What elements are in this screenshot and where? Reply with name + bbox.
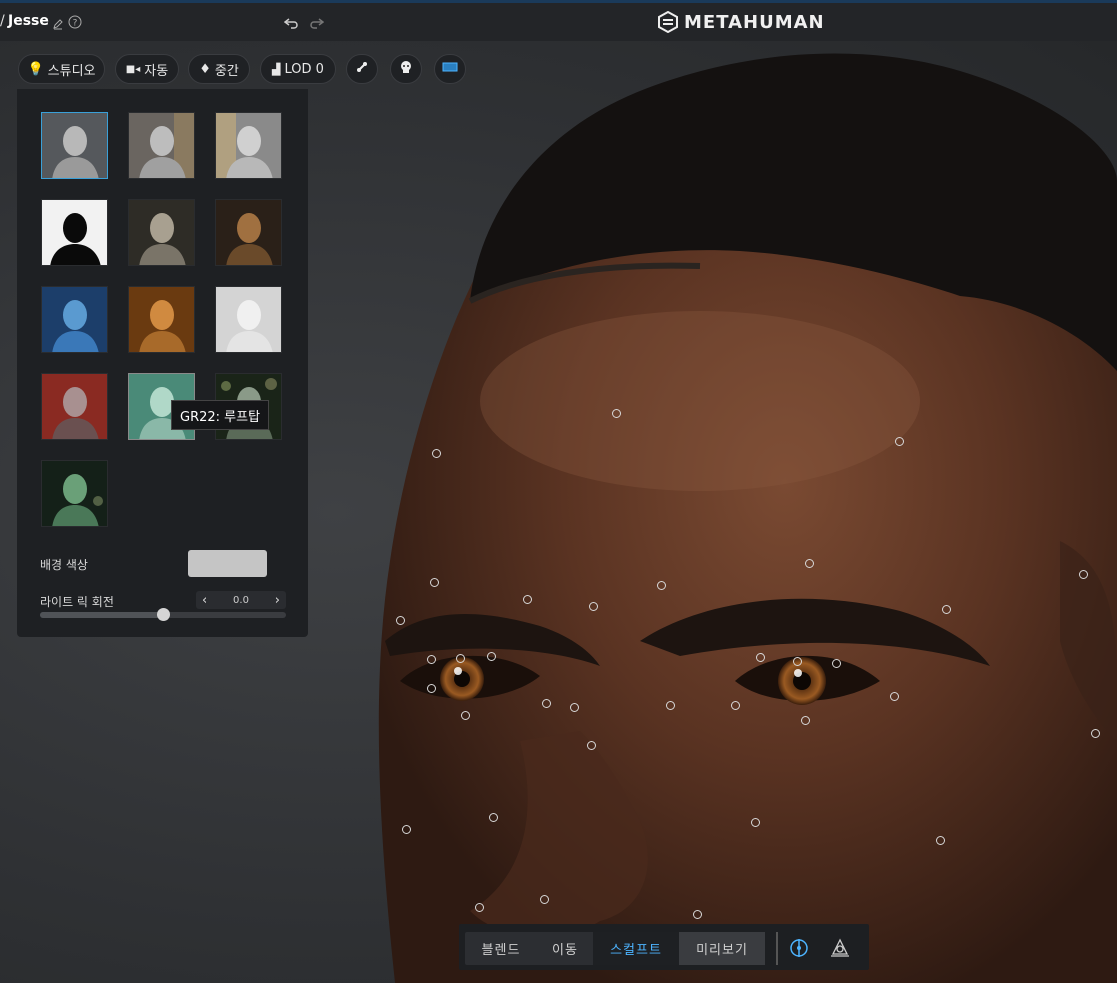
background-color-swatch[interactable] — [188, 550, 267, 577]
lod-label: LOD 0 — [284, 61, 324, 77]
character-name[interactable]: Jesse — [8, 13, 49, 29]
tab-blend[interactable]: 블렌드 — [465, 932, 537, 965]
light-rig-rotation-stepper[interactable]: ‹ 0.0 › — [196, 591, 286, 609]
layers-icon: ▟ — [272, 62, 281, 76]
divider — [776, 932, 778, 965]
landmark-point[interactable] — [401, 824, 411, 834]
landmark-point[interactable] — [611, 408, 621, 418]
landmark-point[interactable] — [750, 817, 760, 827]
landmark-point[interactable] — [488, 812, 498, 822]
landmark-point[interactable] — [656, 580, 666, 590]
background-color-label: 배경 색상 — [40, 558, 88, 572]
landmark-point[interactable] — [1078, 569, 1088, 579]
landmark-point[interactable] — [894, 436, 904, 446]
lighting-preset-5[interactable] — [128, 199, 195, 266]
slider-knob[interactable] — [156, 608, 170, 621]
title-bar: / Jesse ? METAHUMAN — [0, 0, 1117, 41]
symmetry-icon[interactable] — [829, 937, 851, 963]
help-icon[interactable]: ? — [68, 14, 82, 33]
redo-icon[interactable] — [308, 15, 325, 34]
head-icon — [399, 60, 413, 78]
monitor-icon — [442, 61, 458, 77]
lighting-preset-10[interactable] — [41, 373, 108, 440]
landmark-point[interactable] — [665, 700, 675, 710]
landmark-point[interactable] — [541, 698, 551, 708]
lighting-preset-13[interactable] — [41, 460, 108, 527]
lighting-preset-9[interactable] — [215, 286, 282, 353]
landmark-point[interactable] — [429, 577, 439, 587]
landmark-point[interactable] — [586, 740, 596, 750]
lighting-preset-2[interactable] — [128, 112, 195, 179]
landmark-point[interactable] — [588, 601, 598, 611]
tab-move[interactable]: 이동 — [537, 932, 593, 965]
display-button[interactable] — [434, 54, 466, 84]
video-camera-icon: ■◂ — [125, 63, 141, 75]
camera-button[interactable]: ■◂ 자동 — [115, 54, 179, 84]
lod-button[interactable]: ▟ LOD 0 — [260, 54, 336, 84]
lighting-preset-3[interactable] — [215, 112, 282, 179]
lighting-preset-8[interactable] — [128, 286, 195, 353]
svg-text:?: ? — [73, 19, 78, 29]
landmark-point[interactable] — [426, 683, 436, 693]
landmark-point[interactable] — [792, 656, 802, 666]
landmark-point[interactable] — [431, 448, 441, 458]
quality-button[interactable]: ♦ 중간 — [188, 54, 250, 84]
lighting-preset-7[interactable] — [41, 286, 108, 353]
landmark-point[interactable] — [804, 558, 814, 568]
landmark-point[interactable] — [831, 658, 841, 668]
preset-tooltip: GR22: 루프탑 — [171, 400, 270, 430]
landmark-point[interactable] — [755, 652, 765, 662]
quality-label: 중간 — [214, 63, 239, 79]
slider-fill — [40, 612, 163, 618]
lightbulb-icon: 💡 — [27, 61, 44, 77]
landmark-point[interactable] — [800, 715, 810, 725]
landmark-point[interactable] — [395, 615, 405, 625]
chevron-right-icon[interactable]: › — [269, 593, 286, 608]
landmark-point[interactable] — [474, 902, 484, 912]
landmark-point[interactable] — [539, 894, 549, 904]
dna-icon — [355, 60, 369, 78]
tab-preview[interactable]: 미리보기 — [679, 932, 765, 965]
head-view-button[interactable] — [390, 54, 422, 84]
breadcrumb-separator: / — [0, 13, 5, 29]
chevron-left-icon[interactable]: ‹ — [196, 593, 213, 608]
lighting-preset-4[interactable] — [41, 199, 108, 266]
undo-icon[interactable] — [283, 15, 300, 34]
landmark-point[interactable] — [522, 594, 532, 604]
tab-sculpt[interactable]: 스컬프트 — [593, 932, 679, 965]
camera-label: 자동 — [144, 63, 169, 79]
landmark-point[interactable] — [941, 604, 951, 614]
landmark-point[interactable] — [455, 653, 465, 663]
lighting-label: 스튜디오 — [47, 63, 96, 79]
lighting-preset-1[interactable] — [41, 112, 108, 179]
landmark-point[interactable] — [730, 700, 740, 710]
diamond-icon: ♦ — [199, 61, 211, 77]
mode-tabs: 블렌드 이동 스컬프트 미리보기 — [465, 932, 765, 965]
landmark-point[interactable] — [569, 702, 579, 712]
landmark-point[interactable] — [486, 651, 496, 661]
dna-button[interactable] — [346, 54, 378, 84]
landmark-point[interactable] — [1090, 728, 1100, 738]
metahuman-logo-icon — [658, 11, 678, 33]
pencil-icon[interactable] — [52, 15, 64, 34]
landmark-point[interactable] — [935, 835, 945, 845]
landmark-point[interactable] — [460, 710, 470, 720]
metahuman-logo: METAHUMAN — [658, 11, 825, 33]
lighting-button[interactable]: 💡 스튜디오 — [18, 54, 105, 84]
gizmo-icon[interactable] — [789, 937, 809, 963]
landmark-point[interactable] — [692, 909, 702, 919]
lighting-preset-6[interactable] — [215, 199, 282, 266]
rotation-value: 0.0 — [233, 594, 249, 606]
landmark-point[interactable] — [889, 691, 899, 701]
landmark-point[interactable] — [426, 654, 436, 664]
light-rig-rotation-label: 라이트 릭 회전 — [40, 595, 114, 609]
brand-name: METAHUMAN — [684, 11, 825, 33]
